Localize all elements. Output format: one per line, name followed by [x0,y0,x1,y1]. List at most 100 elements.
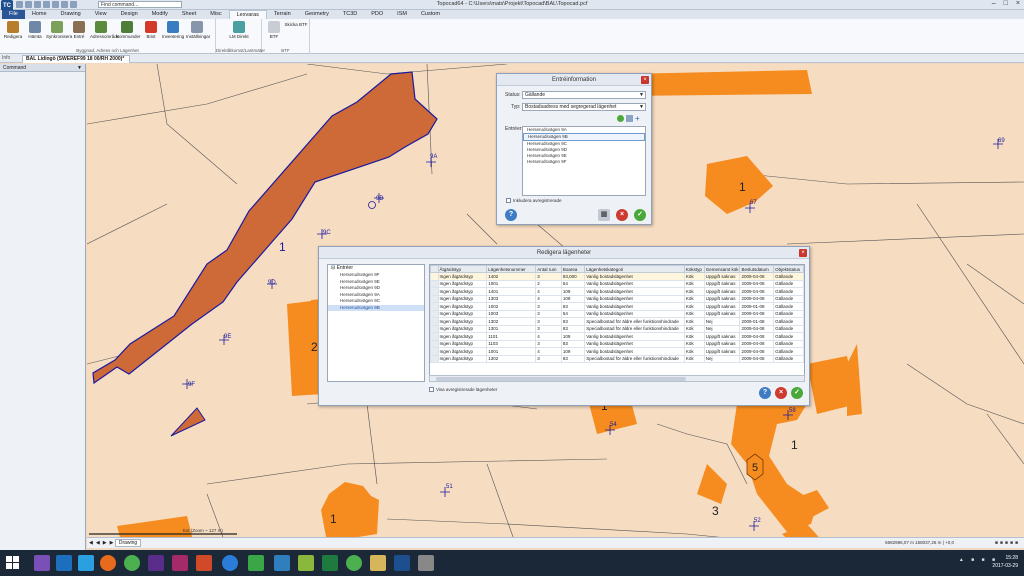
column-header[interactable]: Antal rum [535,265,562,273]
edit-apartments-button[interactable]: ▦ [598,209,610,221]
table-cell[interactable]: Kök [683,294,705,303]
entrance-circle[interactable] [368,201,376,209]
maximize-icon[interactable]: □ [1004,0,1008,7]
folder-icon[interactable] [370,555,386,571]
table-cell[interactable]: 2009-04-08 [739,347,775,356]
table-cell[interactable]: 3 [535,272,562,281]
table-cell[interactable]: Uppgift saknas [703,294,741,303]
status-select[interactable]: Gällande ▼ [522,91,646,99]
table-cell[interactable]: 83 [560,354,586,363]
app-icon[interactable] [418,555,434,571]
table-cell[interactable]: Gällande [773,279,804,288]
table-cell[interactable]: 1303 [486,294,537,303]
excel-icon[interactable] [322,555,338,571]
app-icon[interactable] [298,555,314,571]
table-cell[interactable]: Ingen åtgärdstyp [437,347,488,356]
row-header[interactable] [430,339,439,348]
tab-terrain[interactable]: Terrain [267,10,298,19]
tree-item[interactable]: Herserudsvägen 9B [328,304,424,311]
table-cell[interactable]: Kök [683,347,705,356]
table-cell[interactable]: Uppgift saknas [703,339,741,348]
show-removed-checkbox[interactable]: Visa avregistrerade lägenheter [429,387,497,392]
table-cell[interactable]: Vanlig bostadslägenhet [584,294,685,303]
tab-ism[interactable]: ISM [390,10,414,19]
table-row[interactable]: Ingen åtgärdstyp 1001 2 54 Vanlig bostadsläg… [430,279,804,288]
table-cell[interactable]: Kök [683,272,705,281]
table-cell[interactable]: Uppgift saknas [703,332,741,341]
column-header[interactable]: Gemensamt kök [703,265,741,273]
table-row[interactable]: Ingen åtgärdstyp 1003 3 54 Vanlig bostadsläg… [430,309,804,318]
checkbox-box[interactable] [429,387,434,392]
horizontal-scrollbar[interactable] [429,375,805,382]
first-sheet-icon[interactable]: ◀ [89,540,93,546]
table-cell[interactable]: 83 [560,302,586,311]
table-row[interactable]: Ingen åtgärdstyp 1402 3 83,000 Vanlig bostad… [430,272,804,281]
ok-icon[interactable]: ✓ [634,209,646,221]
column-header[interactable]: Lägenhetsnummer [486,265,537,273]
table-cell[interactable]: 109 [560,287,586,296]
table-cell[interactable]: 4 [535,347,562,356]
tab-misc[interactable]: Misc [203,10,228,19]
close-icon[interactable]: × [1016,0,1020,7]
app-icon[interactable] [274,555,290,571]
tab-file[interactable]: File [2,10,25,19]
table-cell[interactable]: Specialbostad för äldre eller funktionsh… [584,354,685,363]
adressomrade-button[interactable]: Adressområde [90,21,119,39]
table-cell[interactable]: Ingen åtgärdstyp [437,309,488,318]
tab-tc3d[interactable]: TC3D [336,10,364,19]
chevron-down-icon[interactable]: ▼ [77,64,82,72]
row-header[interactable] [430,347,439,356]
tab-custom[interactable]: Custom [414,10,447,19]
table-cell[interactable]: 3 [535,324,562,333]
apartments-grid[interactable]: Åtgärdstyp Lägenhetsnummer Antal rum Boarea… [429,264,805,382]
clock[interactable]: 15:28 2017-03-29 [992,554,1018,570]
start-icon[interactable] [6,556,20,570]
table-cell[interactable]: 54 [560,309,586,318]
table-row[interactable]: Ingen åtgärdstyp 1302 3 83 Specialbostad för… [430,354,804,363]
table-cell[interactable]: 4 [535,294,562,303]
table-cell[interactable]: 109 [560,347,586,356]
table-cell[interactable]: Ingen åtgärdstyp [437,294,488,303]
table-cell[interactable]: 3 [535,317,562,326]
table-cell[interactable]: 2009-01-08 [739,302,775,311]
table-cell[interactable]: Uppgift saknas [703,309,741,318]
table-cell[interactable]: Gällande [773,287,804,296]
table-row[interactable]: Ingen åtgärdstyp 1302 3 83 Specialbostad för… [430,317,804,326]
row-header[interactable] [430,279,439,288]
include-removed-checkbox[interactable]: Inkludera avregistrerade [506,198,562,203]
row-header[interactable] [430,272,439,281]
brist-button[interactable]: Brist [140,21,162,39]
table-cell[interactable]: Uppgift saknas [703,279,741,288]
table-cell[interactable]: 2009-04-08 [739,287,775,296]
table-row[interactable]: Ingen åtgärdstyp 1103 3 83 Vanlig bostadsläg… [430,339,804,348]
table-cell[interactable]: Vanlig bostadslägenhet [584,339,685,348]
column-header[interactable]: Objektstatus [773,265,804,273]
table-cell[interactable]: 109 [560,294,586,303]
table-cell[interactable]: 1302 [486,354,537,363]
table-cell[interactable]: Ingen åtgärdstyp [437,272,488,281]
column-header[interactable]: Kökstyp [683,265,705,273]
synkronisera-button[interactable]: Synkronisera [46,21,72,39]
table-cell[interactable]: 1401 [486,287,537,296]
table-cell[interactable]: Gällande [773,302,804,311]
table-cell[interactable]: 1301 [486,324,537,333]
table-cell[interactable]: 2009-04-08 [739,309,775,318]
table-cell[interactable]: Ingen åtgärdstyp [437,332,488,341]
table-cell[interactable]: 83,000 [560,272,586,281]
skype-icon[interactable] [78,555,94,571]
table-cell[interactable]: Kök [683,287,705,296]
table-cell[interactable]: Gällande [773,339,804,348]
table-cell[interactable]: Ingen åtgärdstyp [437,354,488,363]
table-cell[interactable]: Gällande [773,294,804,303]
table-cell[interactable]: Vanlig bostadslägenhet [584,272,685,281]
table-cell[interactable]: Nej [703,324,741,333]
table-cell[interactable]: Gällande [773,354,804,363]
table-cell[interactable]: 1001 [486,279,537,288]
table-cell[interactable]: Nej [703,317,741,326]
outlook-icon[interactable] [56,555,72,571]
table-cell[interactable]: 1101 [486,332,537,341]
prev-sheet-icon[interactable]: ◀ [96,540,100,546]
edge-icon[interactable] [222,555,238,571]
table-cell[interactable]: 2009-04-08 [739,354,775,363]
table-cell[interactable]: Uppgift saknas [703,287,741,296]
